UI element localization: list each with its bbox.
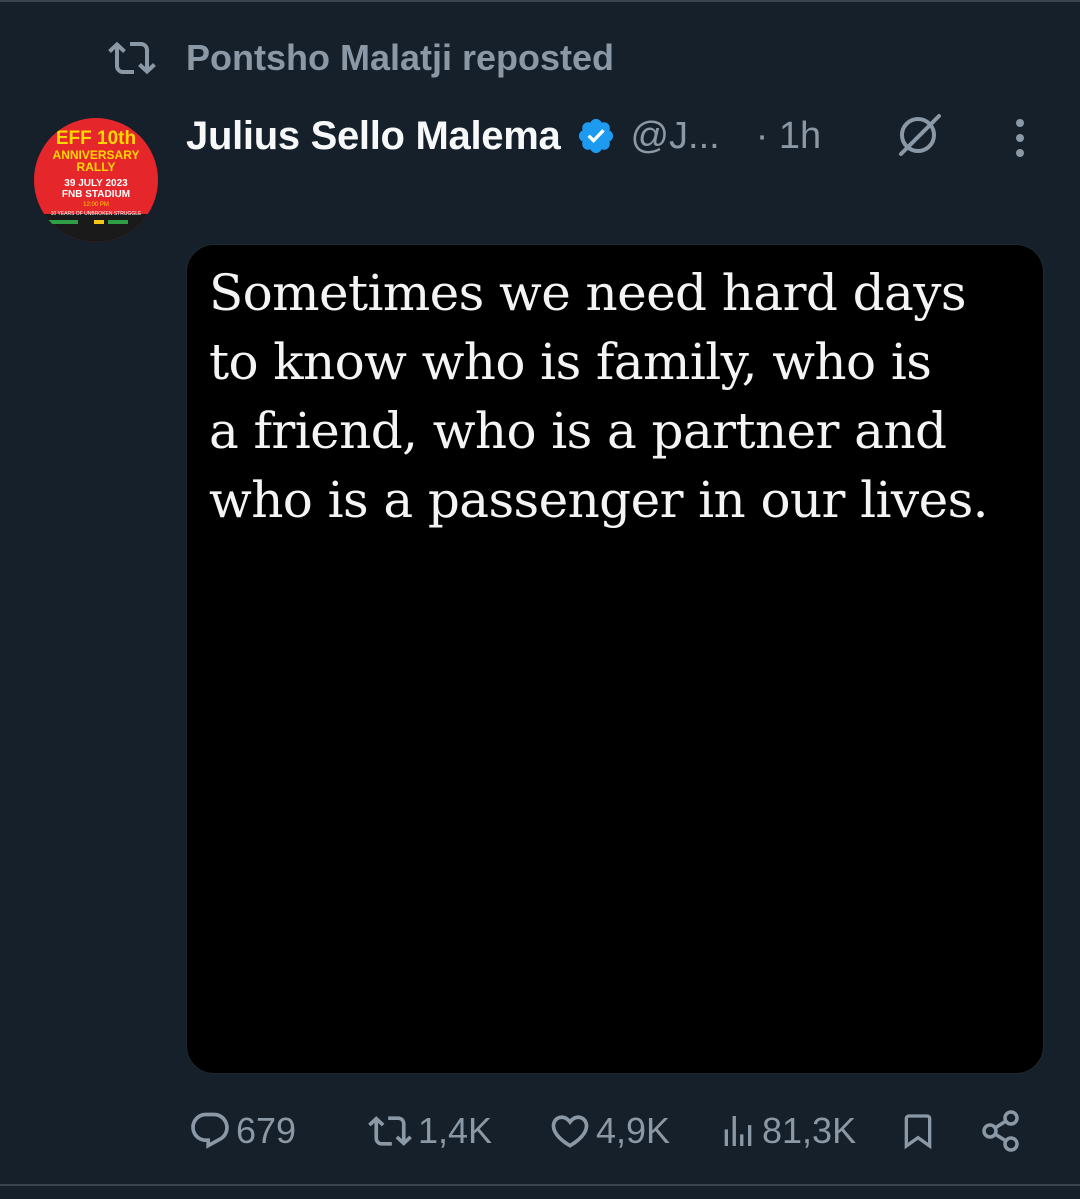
bookmark-button[interactable] (898, 1100, 938, 1162)
like-count: 4,9K (596, 1110, 671, 1151)
avatar-line1: EFF 10th (56, 128, 136, 149)
verified-badge-icon[interactable] (576, 116, 616, 156)
more-options-icon[interactable] (1000, 115, 1040, 161)
bookmark-icon (898, 1108, 938, 1154)
bottom-divider (0, 1184, 1080, 1186)
post-timestamp[interactable]: · 1h (756, 115, 821, 158)
post-image-text: Sometimes we need hard days to know who … (209, 264, 989, 529)
repost-label: Pontsho Malatji reposted (186, 37, 615, 78)
views-button[interactable]: 81,3K (718, 1100, 856, 1162)
post-header: Julius Sello Malema @J... · 1h (186, 106, 821, 166)
author-name[interactable]: Julius Sello Malema (186, 114, 561, 159)
avatar-line4: 39 JULY 2023 (64, 178, 128, 189)
reply-icon (188, 1109, 232, 1153)
share-button[interactable] (980, 1100, 1024, 1162)
heart-icon (548, 1109, 592, 1153)
view-count: 81,3K (762, 1110, 857, 1151)
author-handle[interactable]: @J... (630, 115, 719, 158)
views-icon (718, 1109, 758, 1153)
repost-icon (366, 1109, 414, 1153)
grok-icon[interactable] (895, 110, 945, 160)
avatar-line3: RALLY (77, 160, 116, 174)
like-button[interactable]: 4,9K (548, 1100, 670, 1162)
avatar-line6: 12:00 PM (83, 202, 109, 208)
top-divider (0, 0, 1080, 2)
reply-button[interactable]: 679 (188, 1100, 296, 1162)
repost-button[interactable]: 1,4K (366, 1100, 492, 1162)
avatar-line5: FNB STADIUM (62, 189, 130, 200)
action-bar: 679 1,4K 4,9K 81,3K (186, 1100, 1046, 1162)
avatar[interactable]: EFF 10th ANNIVERSARY RALLY 39 JULY 2023 … (34, 118, 158, 242)
post-image[interactable]: Sometimes we need hard days to know who … (186, 244, 1044, 1074)
avatar-line7: 10 YEARS OF UNBROKEN STRUGGLE (51, 211, 142, 217)
share-icon (980, 1109, 1024, 1153)
reply-count: 679 (236, 1110, 297, 1151)
repost-context[interactable]: Pontsho Malatji reposted (108, 34, 614, 82)
repost-count: 1,4K (418, 1110, 493, 1151)
repost-icon (108, 38, 158, 78)
